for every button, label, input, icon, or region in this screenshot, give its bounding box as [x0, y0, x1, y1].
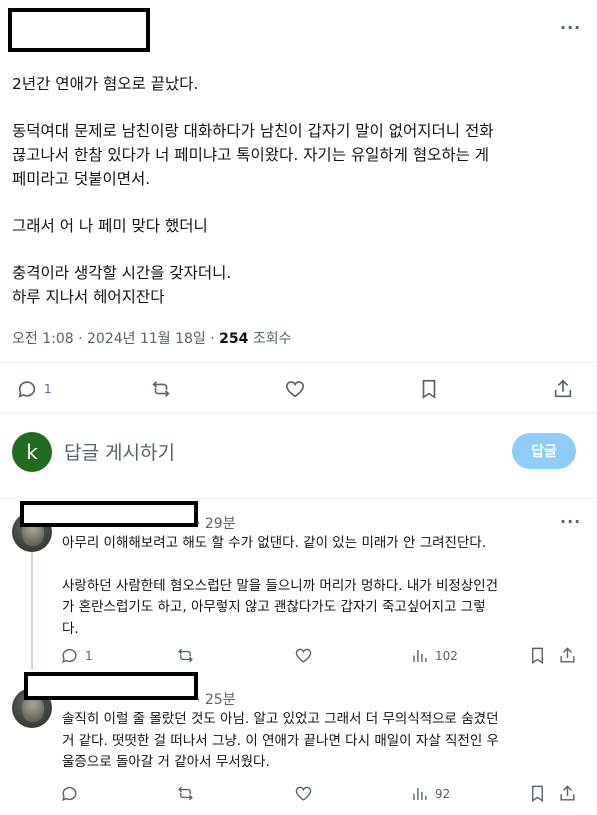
divider: [0, 362, 597, 363]
reply-line: 울증으로 돌아갈 거 같아서 무서웠다.: [62, 754, 270, 770]
post-timestamp[interactable]: 오전 1:08 · 2024년 11월 18일 ·: [12, 331, 219, 347]
reply-timestamp[interactable]: · 25분: [196, 689, 236, 709]
post-line: 동덕여대 문제로 남친이랑 대화하다가 남친이 갑자기 말이 없어지더니 전화: [12, 122, 494, 140]
views-count: 92: [435, 786, 451, 801]
reply-input[interactable]: 답글 게시하기: [64, 438, 175, 465]
post-action-bar: 1: [0, 370, 597, 410]
bookmark-icon: [532, 785, 543, 802]
post-line: 끊고나서 한참 있다가 너 페미냐고 톡이왔다. 자기는 유일하게 혐오하는 게: [12, 146, 490, 164]
post-line: 2년간 연애가 혐오로 끝났다.: [12, 75, 199, 93]
reply-count: 1: [85, 648, 93, 663]
views-count: 102: [435, 648, 458, 663]
reply-paragraph: 솔직히 이럴 줄 몰랐던 것도 아님. 알고 있었고 그래서 더 무의식적으로 …: [62, 709, 572, 774]
reply-paragraph: 사랑하던 사람한테 혐오스럽단 말을 들으니까 머리가 멍하다. 내가 비정상인…: [62, 576, 572, 641]
repost-icon: [178, 648, 193, 663]
post-paragraph: 충격이라 생각할 시간을 갖자더니. 하루 지나서 헤어지잔다: [12, 261, 582, 309]
post-paragraph: 2년간 연애가 혐오로 끝났다.: [12, 72, 582, 96]
like-button[interactable]: [294, 646, 313, 665]
divider: [0, 412, 597, 413]
reply-text: 솔직히 이럴 줄 몰랐던 것도 아님. 알고 있었고 그래서 더 무의식적으로 …: [62, 709, 572, 774]
speech-bubble-icon: [62, 786, 77, 801]
heart-icon: [295, 786, 312, 801]
reply-paragraph: 아무리 이해해보려고 해도 할 수가 없댄다. 같이 있는 미래가 안 그려진단…: [62, 533, 572, 555]
reply-line: 사랑하던 사람한테 혐오스럽단 말을 들으니까 머리가 멍하다. 내가 비정상인…: [62, 577, 499, 594]
share-icon: [554, 379, 572, 398]
reply-count: 1: [44, 382, 52, 396]
post-line: 충격이라 생각할 시간을 갖자더니.: [12, 264, 232, 282]
author-redaction: [20, 501, 198, 527]
post-meta: 오전 1:08 · 2024년 11월 18일 · 254 조회수: [12, 328, 291, 348]
reply-line: 솔직히 이럴 줄 몰랐던 것도 아님. 알고 있었고 그래서 더 무의식적으로 …: [62, 711, 499, 727]
post-paragraph: 동덕여대 문제로 남친이랑 대화하다가 남친이 갑자기 말이 없어지더니 전화 …: [12, 119, 582, 191]
share-icon: [560, 647, 575, 663]
heart-icon: [295, 648, 312, 663]
reply-action-bar: 92: [0, 782, 597, 815]
heart-icon: [285, 381, 305, 398]
speech-bubble-icon: [18, 381, 36, 398]
author-redaction: [24, 672, 198, 700]
author-redaction: [8, 8, 150, 52]
post-line: 페미라고 덧붙이면서.: [12, 170, 151, 188]
reply-button[interactable]: [60, 784, 79, 803]
speech-bubble-icon: [62, 648, 77, 663]
reply-line: 가 혼란스럽기도 하고, 아무렇지 않고 괜찮다가도 갑자기 죽고싶어지고 그렇: [62, 599, 486, 615]
reply-submit-button[interactable]: 답글: [512, 433, 576, 469]
repost-button[interactable]: [176, 646, 195, 665]
reply-button[interactable]: 1: [60, 646, 93, 665]
post-text: 2년간 연애가 혐오로 끝났다. 동덕여대 문제로 남친이랑 대화하다가 남친이…: [12, 72, 582, 309]
post-paragraph: 그래서 어 나 페미 맞다 했더니: [12, 214, 582, 238]
repost-button[interactable]: [150, 378, 172, 400]
reply-line: 거 같다. 떳떳한 걸 떠나서 그냥. 이 연애가 끝나면 다시 매일이 자살 …: [62, 732, 499, 749]
views-button[interactable]: 102: [410, 646, 458, 665]
avatar: k: [12, 432, 52, 472]
views-count: 254: [219, 331, 249, 347]
post-line: 그래서 어 나 페미 맞다 했더니: [12, 217, 208, 235]
bar-chart-icon: [413, 649, 427, 662]
divider: [0, 498, 597, 499]
more-icon[interactable]: ···: [560, 18, 581, 37]
like-button[interactable]: [284, 378, 306, 400]
bookmark-button[interactable]: [528, 646, 547, 665]
reply-button[interactable]: 1: [16, 378, 52, 400]
like-button[interactable]: [294, 784, 313, 803]
views-label: 조회수: [248, 331, 292, 347]
share-button[interactable]: [558, 646, 577, 665]
bookmark-button[interactable]: [418, 378, 440, 400]
share-button[interactable]: [552, 378, 574, 400]
bar-chart-icon: [413, 787, 427, 800]
more-icon[interactable]: ···: [560, 512, 581, 531]
post-line: 하루 지나서 헤어지잔다: [12, 288, 165, 306]
bookmark-icon: [532, 647, 543, 664]
bookmark-button[interactable]: [528, 784, 547, 803]
repost-icon: [152, 381, 170, 397]
reply-line: 다.: [62, 620, 79, 637]
repost-button[interactable]: [176, 784, 195, 803]
share-button[interactable]: [558, 784, 577, 803]
reply-timestamp[interactable]: · 29분: [196, 513, 236, 533]
bookmark-icon: [422, 379, 436, 399]
reply-text: 아무리 이해해보려고 해도 할 수가 없댄다. 같이 있는 미래가 안 그려진단…: [62, 533, 572, 640]
reply-line: 아무리 이해해보려고 해도 할 수가 없댄다. 같이 있는 미래가 안 그려진단…: [62, 535, 487, 551]
views-button[interactable]: 92: [410, 784, 450, 803]
repost-icon: [178, 786, 193, 801]
share-icon: [560, 785, 575, 801]
